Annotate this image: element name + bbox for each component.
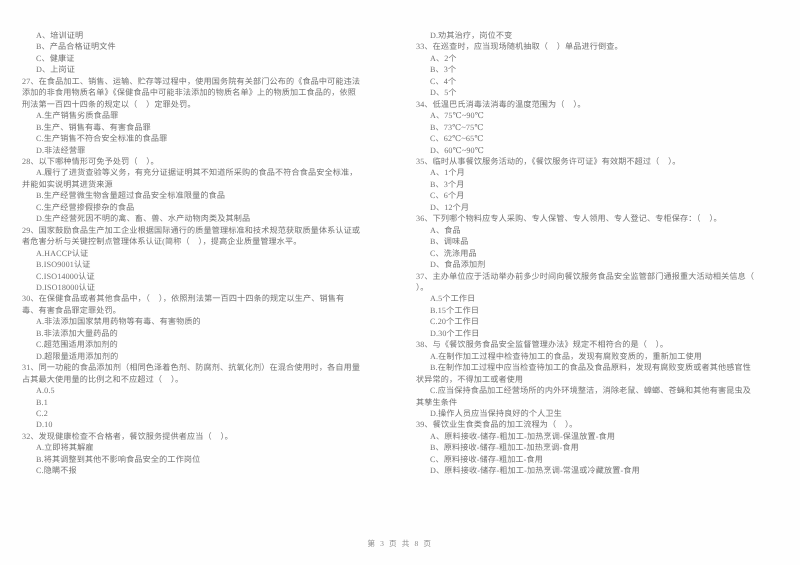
answer-option-line: A.HACCP认证: [36, 248, 89, 258]
answer-option-line: D.非法经营罪: [36, 145, 86, 155]
answer-option-line: C、原料接收-储存-粗加工-食用: [430, 454, 544, 464]
answer-option-line: A.履行了进货查验等义务，有充分证据证明其不知道所采购的食品不符合食品安全标准，: [36, 168, 358, 178]
answer-option-line: B.在制作加工过程中应当检查待加工的食品及食品原料，发现有腐败变质或者其他感官性: [430, 363, 751, 373]
answer-option-line: C.隐瞒不报: [36, 466, 77, 476]
answer-option-line: D、5个: [430, 88, 457, 98]
answer-option-line: D.30个工作日: [430, 328, 480, 338]
answer-option-line: C.2: [36, 408, 48, 418]
question-stem-line: 38、与《餐饮服务食品安全监督管理办法》规定不相符合的是（ ）。: [416, 340, 669, 350]
answer-option-line: D.10: [36, 420, 53, 430]
left-column: A、培训证明 B、产品合格证明文件 C、健康证 D、上岗证 27、在食品加工、销售、运输…: [0, 30, 400, 477]
answer-option-line: C.ISO14000认证: [36, 271, 95, 281]
answer-option-line: B.1: [36, 397, 48, 407]
answer-option-line: C、6个月: [430, 191, 465, 201]
answer-option-line: A.5个工作日: [430, 294, 476, 304]
answer-option-line: A、原料接收-储存-粗加工-加热烹调-保温放置-食用: [430, 431, 616, 441]
answer-option-line: A.立即将其解雇: [36, 443, 94, 453]
question-stem-line: 39、餐饮业生食类食品的加工流程为（ ）。: [416, 420, 578, 430]
answer-option-line: D、食品添加剂: [430, 260, 486, 270]
question-continuation-line: 添加的非食用物质名单》《保健食品中可能非法添加的物质名单》上的物质加工食品的，依…: [22, 88, 356, 98]
answer-option-line: B.生产经营微生物含量超过食品安全标准限量的食品: [36, 191, 226, 201]
answer-option-line: C.应当保持食品加工经营场所的内外环境整洁，消除老鼠、蟑螂、苍蝇和其他有害昆虫及: [430, 386, 751, 396]
answer-option-line: C、62℃~65℃: [430, 134, 484, 144]
answer-option-line: B、原料接收-储存-粗加工-加热烹调-食用: [430, 443, 579, 453]
question-stem-line: 37、主办单位应于活动举办前多少时间向餐饮服务食品安全监管部门通报重大活动相关信…: [416, 271, 755, 281]
exam-page: A、培训证明 B、产品合格证明文件 C、健康证 D、上岗证 27、在食品加工、销售、运输…: [0, 0, 800, 565]
answer-option-line: D、12个月: [430, 202, 470, 212]
answer-option-line: D.劝其治疗，岗位不变: [430, 31, 513, 40]
answer-option-line: A、75℃~90℃: [430, 111, 484, 121]
answer-option-line: B.生产、销售有毒、有害食品罪: [36, 122, 151, 132]
answer-option-line: C.20个工作日: [430, 317, 480, 327]
page-footer: 第 3 页 共 8 页: [367, 539, 433, 548]
answer-option-line: D.操作人员应当保持良好的个人卫生: [430, 408, 562, 418]
answer-option-line: D.超限量适用添加剂的: [36, 351, 119, 361]
answer-option-line: D.生产经营死因不明的禽、畜、兽、水产动物肉类及其制品: [36, 214, 251, 224]
answer-option-line: B.15个工作日: [430, 305, 480, 315]
answer-option-line: B、调味品: [430, 237, 469, 247]
answer-option-line: B.将其调整到其他不影响食品安全的工作岗位: [36, 454, 201, 464]
answer-option-line: C、洗涤用品: [430, 248, 477, 258]
answer-option-line: B、73℃~75℃: [430, 122, 484, 132]
question-continuation-line: 占其最大使用量的比例之和不应超过（ ）。: [22, 374, 184, 384]
question-continuation-line: 者危害分析与关键控制点管理体系认证(简称（ ），提高企业质量管理水平。: [22, 237, 302, 247]
question-stem-line: 29、国家鼓励食品生产加工企业根据国际通行的质量管理标准和技术规范获取质量体系认…: [22, 225, 361, 235]
question-stem-line: 35、临时从事餐饮服务活动的，《餐饮服务许可证》有效期不超过（ ）。: [416, 156, 681, 166]
answer-option-line: A、培训证明: [36, 31, 84, 40]
answer-option-line: B、产品合格证明文件: [36, 42, 116, 52]
two-column-body: A、培训证明 B、产品合格证明文件 C、健康证 D、上岗证 27、在食品加工、销售、运输…: [0, 30, 800, 477]
question-continuation-line: ）。: [416, 282, 429, 292]
question-stem-line: 31、同一功能的食品添加剂（相同色泽着色剂、防腐剂、抗氧化剂）在混合使用时，各自…: [22, 363, 361, 373]
answer-option-line: A.在制作加工过程中检查待加工的食品，发现有腐败变质的，重新加工使用: [430, 351, 702, 361]
question-stem-line: 33、在巡查时，应当现场随机抽取（ ）单品进行倒查。: [416, 42, 623, 52]
answer-option-line: A、1个月: [430, 168, 465, 178]
question-stem-line: 32、发现健康检查不合格者，餐饮服务提供者应当（ ）。: [22, 431, 233, 441]
right-column: D.劝其治疗，岗位不变 33、在巡查时，应当现场随机抽取（ ）单品进行倒查。 A、2…: [400, 30, 800, 477]
answer-option-line: C.生产销售不符合安全标准的食品罪: [36, 134, 168, 144]
answer-option-line: C、健康证: [36, 53, 75, 63]
answer-option-line: C、4个: [430, 76, 457, 86]
question-continuation-line: 其孳生条件: [416, 397, 458, 407]
answer-option-line: A、食品: [430, 225, 461, 235]
answer-option-line: D.ISO18000认证: [36, 282, 96, 292]
answer-option-line: A.0.5: [36, 386, 55, 396]
question-continuation-line: 并能如实说明其进货来源: [22, 179, 113, 189]
question-stem-line: 28、以下哪种情形可免予处罚（ ）。: [22, 156, 159, 166]
answer-option-line: D、上岗证: [36, 65, 75, 75]
answer-option-line: B.ISO9001认证: [36, 260, 91, 270]
question-stem-line: 27、在食品加工、销售、运输、贮存等过程中，使用国务院有关部门公布的《食品中可能…: [22, 76, 361, 86]
answer-option-line: C.生产经营掺假掺杂的食品: [36, 202, 135, 212]
answer-option-line: A.非法添加国家禁用药物等有毒、有害物质的: [36, 317, 201, 327]
answer-option-line: A.生产销售劣质食品罪: [36, 111, 119, 121]
question-stem-line: 36、下列哪个物料应专人采购、专人保管、专人领用、专人登记、专柜保存：（ ）。: [416, 214, 722, 224]
question-continuation-line: 状异常的，不得加工或者使用: [416, 374, 524, 384]
answer-option-line: B、3个月: [430, 179, 465, 189]
answer-option-line: B.非法添加大量药品的: [36, 328, 118, 338]
question-continuation-line: 刑法第一百四十四条的规定以（ ）定罪处罚。: [22, 99, 196, 109]
answer-option-line: B、3个: [430, 65, 457, 75]
answer-option-line: D、60℃~90℃: [430, 145, 484, 155]
question-stem-line: 34、低温巴氏消毒法消毒的温度范围为（ ）。: [416, 99, 586, 109]
answer-option-line: A、2个: [430, 53, 457, 63]
question-continuation-line: 毒、有害食品罪定罪处罚。: [22, 305, 121, 315]
answer-option-line: C.超范围适用添加剂的: [36, 340, 118, 350]
answer-option-line: D、原料接收-储存-粗加工-加热烹调-常温或冷藏放置-食用: [430, 466, 640, 476]
question-stem-line: 30、在保健食品或者其他食品中，（ ），依照刑法第一百四十四条的规定以生产、销售…: [22, 294, 345, 304]
